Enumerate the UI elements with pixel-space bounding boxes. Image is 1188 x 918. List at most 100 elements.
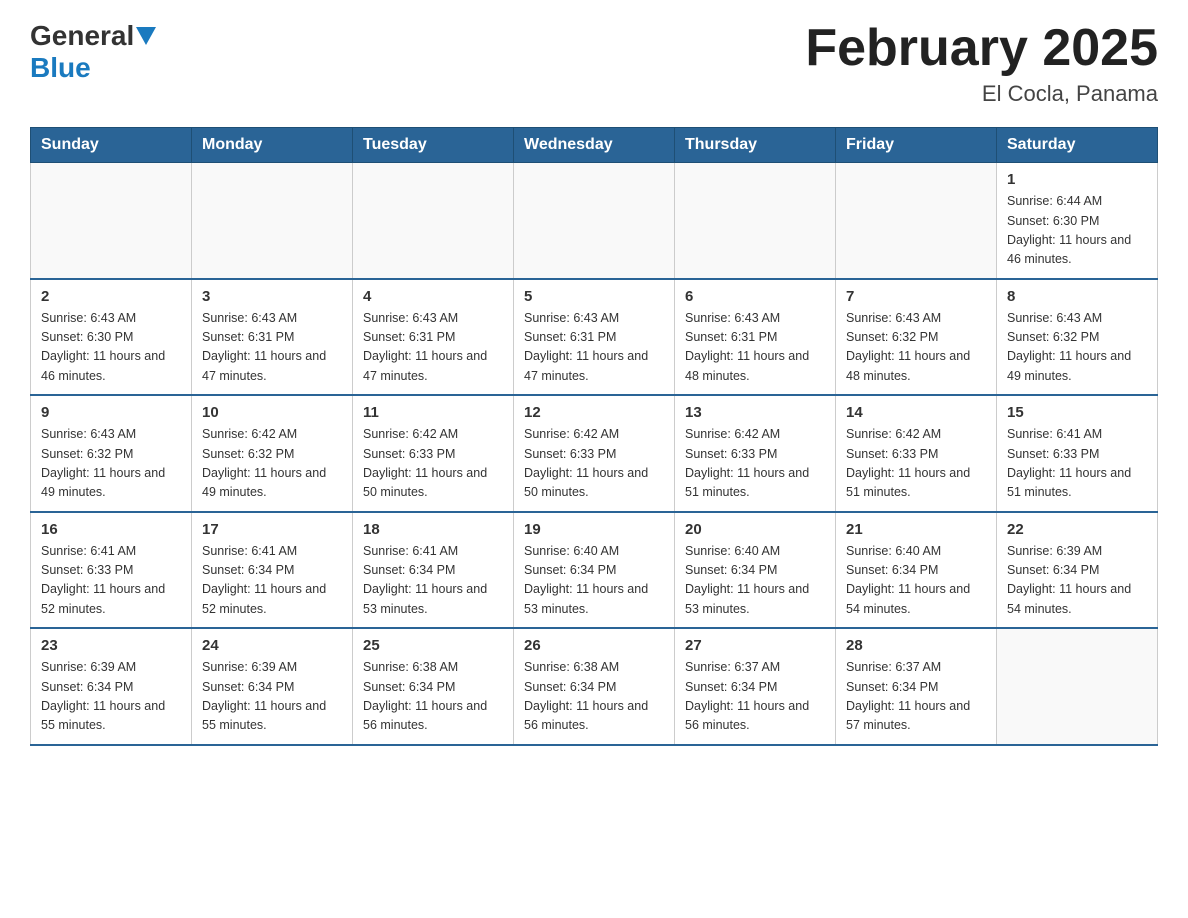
- calendar-header: SundayMondayTuesdayWednesdayThursdayFrid…: [31, 128, 1158, 163]
- day-number: 5: [524, 288, 664, 305]
- day-cell: 18 Sunrise: 6:41 AM Sunset: 6:34 PM Dayli…: [353, 512, 514, 629]
- day-info: Sunrise: 6:43 AM Sunset: 6:32 PM Dayligh…: [846, 309, 986, 387]
- day-info: Sunrise: 6:37 AM Sunset: 6:34 PM Dayligh…: [685, 658, 825, 736]
- day-info: Sunrise: 6:40 AM Sunset: 6:34 PM Dayligh…: [524, 542, 664, 620]
- day-cell: 13Sunrise: 6:42 AM Sunset: 6:33 PM Dayli…: [675, 395, 836, 512]
- day-number: 3: [202, 288, 342, 305]
- day-info: Sunrise: 6:41 AM Sunset: 6:34 PM Dayligh…: [202, 542, 342, 620]
- day-cell: [192, 163, 353, 279]
- logo: General Blue: [30, 20, 158, 84]
- day-number: 22: [1007, 521, 1147, 538]
- day-info: Sunrise: 6:43 AM Sunset: 6:31 PM Dayligh…: [524, 309, 664, 387]
- day-info: Sunrise: 6:43 AM Sunset: 6:32 PM Dayligh…: [41, 425, 181, 503]
- day-cell: 10 Sunrise: 6:42 AM Sunset: 6:32 PM Dayli…: [192, 395, 353, 512]
- day-cell: 11Sunrise: 6:42 AM Sunset: 6:33 PM Dayli…: [353, 395, 514, 512]
- header-cell-friday: Friday: [836, 128, 997, 163]
- day-cell: [31, 163, 192, 279]
- logo-blue-text: Blue: [30, 52, 91, 83]
- day-number: 8: [1007, 288, 1147, 305]
- calendar-table: SundayMondayTuesdayWednesdayThursdayFrid…: [30, 127, 1158, 746]
- header-cell-monday: Monday: [192, 128, 353, 163]
- day-cell: 25 Sunrise: 6:38 AM Sunset: 6:34 PM Dayli…: [353, 628, 514, 745]
- day-number: 2: [41, 288, 181, 305]
- logo-general-text: General: [30, 20, 134, 52]
- day-info: Sunrise: 6:39 AM Sunset: 6:34 PM Dayligh…: [41, 658, 181, 736]
- day-info: Sunrise: 6:40 AM Sunset: 6:34 PM Dayligh…: [685, 542, 825, 620]
- page-header: General Blue February 2025 El Cocla, Pan…: [30, 20, 1158, 107]
- day-cell: [675, 163, 836, 279]
- day-cell: 26 Sunrise: 6:38 AM Sunset: 6:34 PM Dayli…: [514, 628, 675, 745]
- day-cell: 27 Sunrise: 6:37 AM Sunset: 6:34 PM Dayli…: [675, 628, 836, 745]
- day-info: Sunrise: 6:39 AM Sunset: 6:34 PM Dayligh…: [202, 658, 342, 736]
- day-cell: 14Sunrise: 6:42 AM Sunset: 6:33 PM Dayli…: [836, 395, 997, 512]
- day-cell: 2 Sunrise: 6:43 AM Sunset: 6:30 PM Daylig…: [31, 279, 192, 396]
- week-row: 9 Sunrise: 6:43 AM Sunset: 6:32 PM Daylig…: [31, 395, 1158, 512]
- day-cell: [997, 628, 1158, 745]
- day-cell: 15Sunrise: 6:41 AM Sunset: 6:33 PM Dayli…: [997, 395, 1158, 512]
- day-number: 12: [524, 404, 664, 421]
- day-info: Sunrise: 6:40 AM Sunset: 6:34 PM Dayligh…: [846, 542, 986, 620]
- header-cell-sunday: Sunday: [31, 128, 192, 163]
- header-cell-saturday: Saturday: [997, 128, 1158, 163]
- header-row: SundayMondayTuesdayWednesdayThursdayFrid…: [31, 128, 1158, 163]
- day-cell: 24 Sunrise: 6:39 AM Sunset: 6:34 PM Dayli…: [192, 628, 353, 745]
- location-text: El Cocla, Panama: [805, 81, 1158, 107]
- day-cell: 3 Sunrise: 6:43 AM Sunset: 6:31 PM Daylig…: [192, 279, 353, 396]
- day-number: 18: [363, 521, 503, 538]
- day-cell: [353, 163, 514, 279]
- day-number: 17: [202, 521, 342, 538]
- day-info: Sunrise: 6:42 AM Sunset: 6:32 PM Dayligh…: [202, 425, 342, 503]
- week-row: 16 Sunrise: 6:41 AM Sunset: 6:33 PM Dayli…: [31, 512, 1158, 629]
- day-number: 21: [846, 521, 986, 538]
- day-number: 25: [363, 637, 503, 654]
- day-info: Sunrise: 6:37 AM Sunset: 6:34 PM Dayligh…: [846, 658, 986, 736]
- week-row: 23 Sunrise: 6:39 AM Sunset: 6:34 PM Dayli…: [31, 628, 1158, 745]
- day-info: Sunrise: 6:43 AM Sunset: 6:32 PM Dayligh…: [1007, 309, 1147, 387]
- title-block: February 2025 El Cocla, Panama: [805, 20, 1158, 107]
- day-number: 13: [685, 404, 825, 421]
- day-cell: 16 Sunrise: 6:41 AM Sunset: 6:33 PM Dayli…: [31, 512, 192, 629]
- day-info: Sunrise: 6:41 AM Sunset: 6:33 PM Dayligh…: [41, 542, 181, 620]
- week-row: 2 Sunrise: 6:43 AM Sunset: 6:30 PM Daylig…: [31, 279, 1158, 396]
- day-number: 7: [846, 288, 986, 305]
- day-cell: 6Sunrise: 6:43 AM Sunset: 6:31 PM Daylig…: [675, 279, 836, 396]
- day-number: 9: [41, 404, 181, 421]
- day-number: 10: [202, 404, 342, 421]
- day-number: 15: [1007, 404, 1147, 421]
- day-cell: 1Sunrise: 6:44 AM Sunset: 6:30 PM Daylig…: [997, 163, 1158, 279]
- day-info: Sunrise: 6:42 AM Sunset: 6:33 PM Dayligh…: [846, 425, 986, 503]
- day-number: 26: [524, 637, 664, 654]
- logo-triangle-icon: [136, 27, 156, 45]
- day-number: 28: [846, 637, 986, 654]
- day-number: 27: [685, 637, 825, 654]
- day-cell: 21 Sunrise: 6:40 AM Sunset: 6:34 PM Dayli…: [836, 512, 997, 629]
- day-number: 16: [41, 521, 181, 538]
- day-cell: 20 Sunrise: 6:40 AM Sunset: 6:34 PM Dayli…: [675, 512, 836, 629]
- day-cell: 4Sunrise: 6:43 AM Sunset: 6:31 PM Daylig…: [353, 279, 514, 396]
- day-info: Sunrise: 6:42 AM Sunset: 6:33 PM Dayligh…: [524, 425, 664, 503]
- day-info: Sunrise: 6:43 AM Sunset: 6:31 PM Dayligh…: [363, 309, 503, 387]
- day-cell: 19 Sunrise: 6:40 AM Sunset: 6:34 PM Dayli…: [514, 512, 675, 629]
- day-cell: 7 Sunrise: 6:43 AM Sunset: 6:32 PM Daylig…: [836, 279, 997, 396]
- day-info: Sunrise: 6:38 AM Sunset: 6:34 PM Dayligh…: [524, 658, 664, 736]
- day-info: Sunrise: 6:41 AM Sunset: 6:34 PM Dayligh…: [363, 542, 503, 620]
- month-title: February 2025: [805, 20, 1158, 77]
- day-info: Sunrise: 6:44 AM Sunset: 6:30 PM Dayligh…: [1007, 192, 1147, 270]
- day-info: Sunrise: 6:43 AM Sunset: 6:31 PM Dayligh…: [202, 309, 342, 387]
- day-number: 23: [41, 637, 181, 654]
- day-info: Sunrise: 6:39 AM Sunset: 6:34 PM Dayligh…: [1007, 542, 1147, 620]
- day-cell: 5 Sunrise: 6:43 AM Sunset: 6:31 PM Daylig…: [514, 279, 675, 396]
- day-info: Sunrise: 6:38 AM Sunset: 6:34 PM Dayligh…: [363, 658, 503, 736]
- day-number: 24: [202, 637, 342, 654]
- day-cell: 8 Sunrise: 6:43 AM Sunset: 6:32 PM Daylig…: [997, 279, 1158, 396]
- day-cell: 23 Sunrise: 6:39 AM Sunset: 6:34 PM Dayli…: [31, 628, 192, 745]
- day-number: 19: [524, 521, 664, 538]
- day-info: Sunrise: 6:43 AM Sunset: 6:30 PM Dayligh…: [41, 309, 181, 387]
- day-cell: [514, 163, 675, 279]
- header-cell-wednesday: Wednesday: [514, 128, 675, 163]
- day-number: 20: [685, 521, 825, 538]
- day-cell: 28 Sunrise: 6:37 AM Sunset: 6:34 PM Dayli…: [836, 628, 997, 745]
- day-cell: 22 Sunrise: 6:39 AM Sunset: 6:34 PM Dayli…: [997, 512, 1158, 629]
- day-number: 11: [363, 404, 503, 421]
- header-cell-tuesday: Tuesday: [353, 128, 514, 163]
